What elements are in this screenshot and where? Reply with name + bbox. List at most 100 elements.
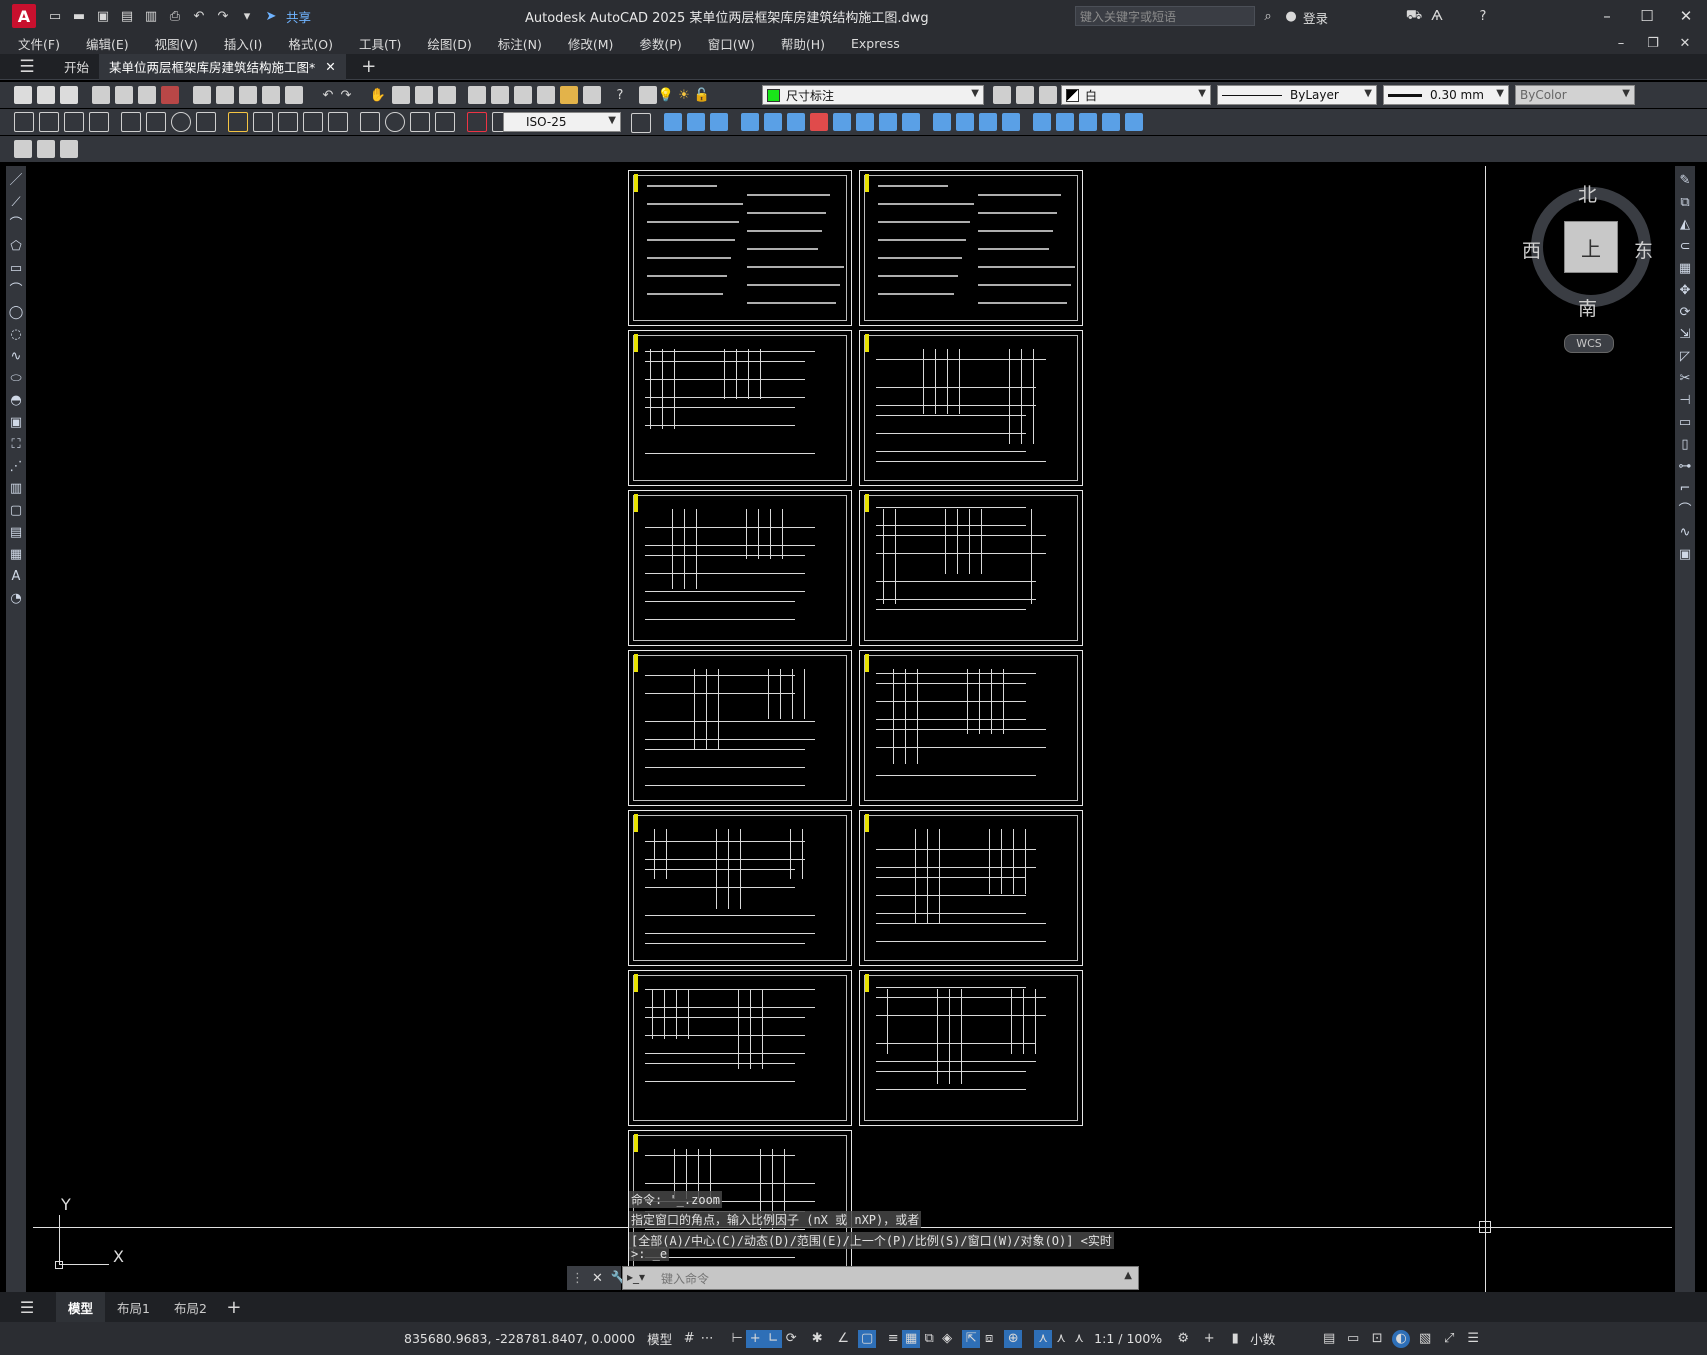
jogged-linear-icon[interactable] bbox=[435, 112, 455, 132]
annotation-visibility-icon[interactable]: ⋏ bbox=[1034, 1329, 1053, 1348]
layer-properties-icon[interactable] bbox=[639, 86, 657, 104]
new-tab-icon[interactable]: + bbox=[360, 56, 378, 77]
modify-tool-14-icon[interactable]: ⊶ bbox=[1675, 456, 1695, 478]
zoom-window-icon[interactable] bbox=[415, 86, 433, 104]
dimstyle-dropdown[interactable]: ISO-25 ▼ bbox=[503, 112, 621, 132]
share-icon[interactable]: ➤ bbox=[262, 7, 280, 25]
qnew-icon[interactable] bbox=[14, 86, 32, 104]
union-icon[interactable] bbox=[664, 113, 682, 131]
annotation-scale-icon[interactable]: ⋏ bbox=[1070, 1330, 1088, 1348]
modify-tool-15-icon[interactable]: ⌐ bbox=[1675, 478, 1695, 500]
modify-tool-8-icon[interactable]: ⇲ bbox=[1675, 324, 1695, 346]
draw-tool-9-icon[interactable]: ∿ bbox=[6, 346, 26, 368]
draw-tool-18-icon[interactable]: ▦ bbox=[6, 544, 26, 566]
3d-print-icon[interactable] bbox=[161, 86, 179, 104]
modify-tool-7-icon[interactable]: ⟳ bbox=[1675, 302, 1695, 324]
taper-faces-icon[interactable] bbox=[856, 113, 874, 131]
imprint-icon[interactable] bbox=[933, 113, 951, 131]
plot-icon[interactable]: ⎙ bbox=[166, 7, 184, 25]
model-space-button[interactable]: 模型 bbox=[647, 1329, 672, 1348]
layer-previous-icon[interactable] bbox=[1016, 86, 1034, 104]
layer-freeze-icon[interactable]: ☀ bbox=[675, 86, 693, 104]
draw-tool-11-icon[interactable]: ◓ bbox=[6, 390, 26, 412]
compass-west[interactable]: 西 bbox=[1522, 236, 1541, 263]
dim-style-icon[interactable] bbox=[631, 113, 651, 133]
share-label[interactable]: 共享 bbox=[286, 7, 311, 26]
draw-tool-10-icon[interactable]: ⬭ bbox=[6, 368, 26, 390]
drawing-sheet[interactable] bbox=[628, 970, 852, 1126]
dim-edit-icon[interactable] bbox=[467, 112, 487, 132]
publish-icon[interactable]: ▥ bbox=[142, 7, 160, 25]
break-icon[interactable] bbox=[328, 112, 348, 132]
drawing-sheet[interactable] bbox=[859, 650, 1083, 806]
copy-icon[interactable] bbox=[216, 86, 234, 104]
zoom-previous-icon[interactable] bbox=[438, 86, 456, 104]
thicken-icon[interactable] bbox=[1079, 113, 1097, 131]
draw-tool-16-icon[interactable]: ▢ bbox=[6, 500, 26, 522]
tab-layout2[interactable]: 布局2 bbox=[162, 1292, 219, 1322]
polar-icon[interactable]: ⟳ bbox=[782, 1330, 800, 1348]
separate-icon[interactable] bbox=[979, 113, 997, 131]
selection-filter-icon[interactable]: ⧈ bbox=[980, 1330, 998, 1348]
menu-modify[interactable]: 修改(M) bbox=[568, 34, 614, 53]
jogged-icon[interactable] bbox=[146, 112, 166, 132]
lineweight-toggle-icon[interactable]: ≡ bbox=[884, 1330, 902, 1348]
help-icon[interactable]: ? bbox=[1474, 7, 1492, 25]
units-value[interactable]: 小数 bbox=[1250, 1329, 1310, 1348]
doc-close-icon[interactable]: ✕ bbox=[1676, 34, 1694, 52]
publish-toolbar-icon[interactable] bbox=[138, 86, 156, 104]
menu-edit[interactable]: 编辑(E) bbox=[86, 34, 129, 53]
app-menu-icon[interactable]: ☰ bbox=[18, 57, 36, 77]
user-icon[interactable]: ● bbox=[1282, 7, 1300, 25]
new-icon[interactable]: ▭ bbox=[46, 7, 64, 25]
tab-layout1[interactable]: 布局1 bbox=[105, 1292, 162, 1322]
markup-icon[interactable] bbox=[560, 86, 578, 104]
cart-icon[interactable]: ⛟ bbox=[1405, 7, 1423, 25]
redo-toolbar-icon[interactable]: ↷ bbox=[337, 86, 355, 104]
calculator-icon[interactable] bbox=[583, 86, 601, 104]
linetype-dropdown[interactable]: ByLayer ▼ bbox=[1217, 85, 1377, 105]
modify-tool-9-icon[interactable]: ◸ bbox=[1675, 346, 1695, 368]
drawing-sheet[interactable] bbox=[628, 490, 852, 646]
command-history-toggle-icon[interactable]: ▲ bbox=[1124, 1270, 1132, 1281]
check-icon[interactable] bbox=[1033, 113, 1051, 131]
modify-tool-11-icon[interactable]: ⊣ bbox=[1675, 390, 1695, 412]
block-editor-icon[interactable] bbox=[285, 86, 303, 104]
linear-dim-icon[interactable] bbox=[14, 112, 34, 132]
drawing-sheet[interactable] bbox=[628, 170, 852, 326]
units-icon[interactable]: ▮ bbox=[1226, 1330, 1244, 1348]
draw-tool-19-icon[interactable]: A bbox=[6, 566, 26, 588]
drawing-sheet[interactable] bbox=[628, 810, 852, 966]
edit-attribute-icon[interactable] bbox=[14, 140, 32, 158]
modify-tool-3-icon[interactable]: ◭ bbox=[1675, 214, 1695, 236]
login-label[interactable]: 登录 bbox=[1303, 8, 1328, 27]
center-mark-icon[interactable] bbox=[385, 112, 405, 132]
save-as-icon[interactable]: ▤ bbox=[118, 7, 136, 25]
draw-tool-17-icon[interactable]: ▤ bbox=[6, 522, 26, 544]
tolerance-icon[interactable] bbox=[360, 112, 380, 132]
modify-tool-17-icon[interactable]: ∿ bbox=[1675, 522, 1695, 544]
drawing-sheet[interactable] bbox=[859, 490, 1083, 646]
object-snap-tracking-icon[interactable]: ∠ bbox=[834, 1330, 852, 1348]
hardware-acceleration-icon[interactable]: ◐ bbox=[1392, 1329, 1411, 1348]
quick-dim-icon[interactable] bbox=[228, 112, 248, 132]
object-snap-icon[interactable]: ▢ bbox=[858, 1329, 877, 1348]
viewcube-top-face[interactable]: 上 bbox=[1564, 221, 1618, 273]
draw-tool-12-icon[interactable]: ▣ bbox=[6, 412, 26, 434]
draw-tool-13-icon[interactable]: ⛶ bbox=[6, 434, 26, 456]
draw-tool-8-icon[interactable]: ◌ bbox=[6, 324, 26, 346]
preview-icon[interactable] bbox=[115, 86, 133, 104]
gizmo-icon[interactable]: ⊕ bbox=[1004, 1329, 1023, 1348]
tab-active-drawing[interactable]: 某单位两层框架库房建筑结构施工图* ✕ bbox=[99, 53, 346, 80]
properties-icon[interactable] bbox=[468, 86, 486, 104]
search-icon[interactable]: ⌕ bbox=[1259, 7, 1277, 25]
close-tab-icon[interactable]: ✕ bbox=[325, 59, 335, 74]
open-file-icon[interactable] bbox=[37, 86, 55, 104]
attribute-manager-icon[interactable] bbox=[60, 140, 78, 158]
undo-icon[interactable]: ↶ bbox=[190, 7, 208, 25]
menu-dimension[interactable]: 标注(N) bbox=[498, 34, 542, 53]
modify-tool-13-icon[interactable]: ▯ bbox=[1675, 434, 1695, 456]
command-bar-grip[interactable]: ⋮ ✕ 🔧 bbox=[567, 1266, 627, 1290]
compass-north[interactable]: 北 bbox=[1578, 180, 1597, 207]
command-bar[interactable]: ▸_▾ ▲ bbox=[622, 1266, 1139, 1290]
